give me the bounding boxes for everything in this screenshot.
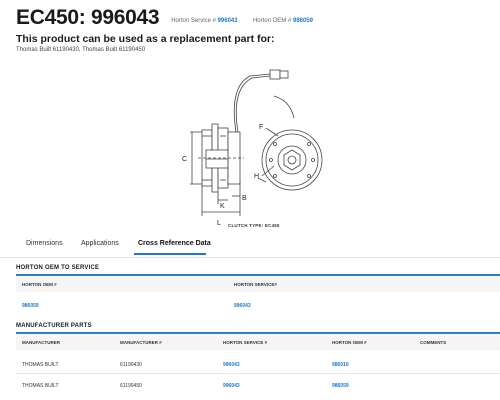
oem-row-horton-service-link[interactable]: 996043 [234,303,251,309]
oem-section-title: HORTON OEM TO SERVICE [16,265,100,271]
part-header: EC450: 996043 Horton Service # 996043 Ho… [16,6,313,30]
row2-manufacturer-number: 61190450 [120,383,142,389]
horton-oem-label: Horton OEM # [252,18,292,24]
tab-applications[interactable]: Applications [81,240,119,247]
replacement-heading: This product can be used as a replacemen… [16,33,275,45]
col-horton-service-number: HORTON SERVICE # [223,340,268,345]
col-manufacturer-number: MANUFACTURER # [120,340,162,345]
col-horton-oem: HORTON OEM # [22,282,57,287]
horton-service-meta: Horton Service # 996043 Horton OEM # 986… [171,18,313,24]
row2-manufacturer: THOMAS BUILT [22,383,59,389]
row-divider [16,373,500,374]
horton-service-link[interactable]: 996043 [218,18,238,24]
row2-horton-oem-link[interactable]: 986059 [332,383,349,389]
row1-horton-service-link[interactable]: 996043 [223,362,240,368]
dim-label-h: H [254,173,259,180]
manufacturer-section-title: MANUFACTURER PARTS [16,323,92,329]
oem-row-horton-oem-link[interactable]: 986059 [22,303,39,309]
dim-label-c: C [182,156,187,163]
row1-horton-oem-link[interactable]: 986010 [332,362,349,368]
row1-manufacturer-number: 61190430 [120,362,142,368]
tab-cross-reference-data[interactable]: Cross Reference Data [138,240,211,247]
row2-horton-service-link[interactable]: 996043 [223,383,240,389]
active-tab-indicator [134,253,206,255]
replacement-parts: Thomas Built 61190430, Thomas Built 6119… [16,47,146,53]
col-comments: COMMENTS [420,340,447,345]
col-manufacturer: MANUFACTURER [22,340,60,345]
dim-label-l: L [217,220,221,227]
dim-label-f: F [259,124,263,131]
col-horton-oem-number: HORTON OEM # [332,340,367,345]
col-horton-service: HORTON SERVICE# [234,282,277,287]
row1-manufacturer: THOMAS BUILT [22,362,59,368]
tab-bar: Dimensions Applications Cross Reference … [0,234,500,258]
dim-label-k: K [220,203,225,210]
clutch-type-caption: CLUTCH TYPE: EC450 [228,223,280,228]
clutch-diagram: C B K L F H [182,69,323,227]
tab-dimensions[interactable]: Dimensions [26,240,63,247]
horton-oem-link[interactable]: 986059 [293,18,313,24]
horton-service-label: Horton Service # [171,18,216,24]
page-title: EC450: 996043 [16,6,160,29]
dim-label-b: B [242,195,247,202]
